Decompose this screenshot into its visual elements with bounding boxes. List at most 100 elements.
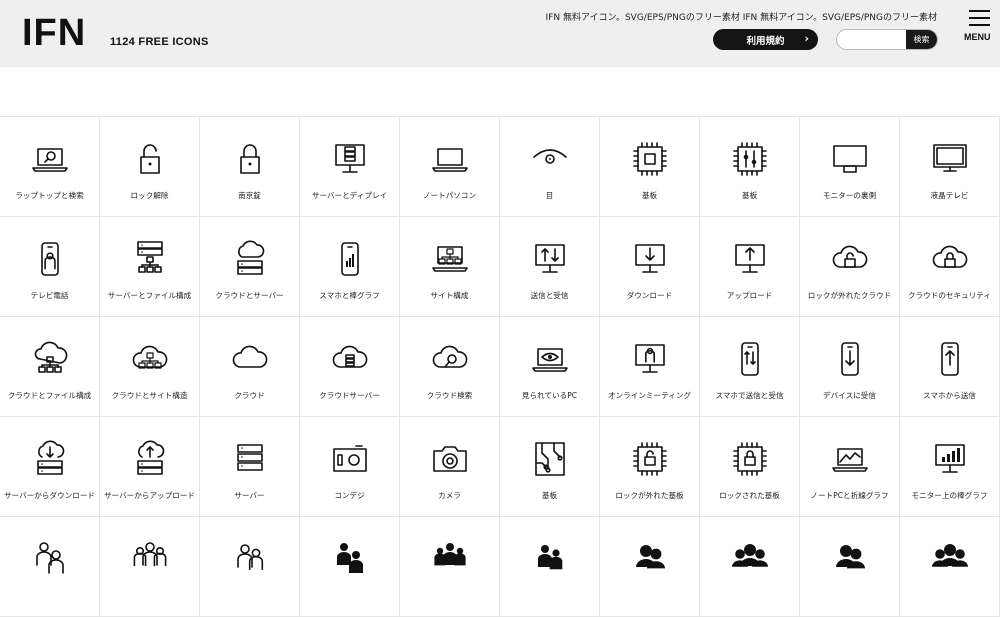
icon-card[interactable]	[400, 517, 500, 617]
icon-card[interactable]: クラウド	[200, 317, 300, 417]
icon-card-label: クラウドとファイル構成	[7, 391, 92, 400]
icon-card[interactable]: 基板	[600, 117, 700, 217]
chevron-right-icon: ›	[804, 32, 809, 45]
site-header: IFN 1124 FREE ICONS IFN 無料アイコン。SVG/EPS/P…	[0, 0, 1000, 67]
icon-card[interactable]: コンデジ	[300, 417, 400, 517]
terms-button[interactable]: 利用規約 ›	[713, 29, 818, 50]
search-box: 検索	[836, 29, 938, 50]
icon-card-label: 基板	[741, 191, 758, 200]
search-input[interactable]	[837, 30, 906, 49]
icon-card-label: 液晶テレビ	[930, 191, 969, 200]
terms-button-label: 利用規約	[746, 35, 785, 47]
icon-grid: ラップトップと検索 ロック解除 南京錠 サーバーとディプレイ ノートパソコン目基板 基板モ…	[0, 116, 1000, 617]
icon-card-label: ダウンロード	[626, 291, 673, 300]
site-tagline: IFN 無料アイコン。SVG/EPS/PNGのフリー素材 IFN 無料アイコン。…	[545, 13, 937, 23]
icon-card-label: ノートPCと折線グラフ	[810, 491, 889, 500]
icon-card[interactable]: 見られているPC	[500, 317, 600, 417]
icon-card-label: コンデジ	[334, 491, 365, 500]
icon-card-label: カメラ	[438, 491, 461, 500]
icon-card-label: 目	[545, 191, 554, 200]
icon-card[interactable]: クラウドサーバー	[300, 317, 400, 417]
icon-card[interactable]	[100, 517, 200, 617]
site-logo[interactable]: IFN	[22, 14, 86, 52]
icon-card[interactable]: ラップトップと検索	[0, 117, 100, 217]
icon-card[interactable]: テレビ電話	[0, 217, 100, 317]
icon-card-label: アップロード	[726, 291, 773, 300]
icon-card-label: サーバーからダウンロード	[3, 491, 96, 500]
icon-card[interactable]: スマホと棒グラフ	[300, 217, 400, 317]
icon-card[interactable]	[700, 517, 800, 617]
icon-card-label: ロックされた基板	[719, 491, 780, 500]
icon-card[interactable]: ロックが外れた基板	[600, 417, 700, 517]
icon-card-label: サーバーからアップロード	[103, 491, 196, 500]
icon-card[interactable]: ロック解除	[100, 117, 200, 217]
icon-card-label: ロック解除	[130, 191, 169, 200]
icon-card[interactable]: モニターの裏側	[800, 117, 900, 217]
icon-card[interactable]	[900, 517, 1000, 617]
icon-card[interactable]: 液晶テレビ	[900, 117, 1000, 217]
icon-card-label: 送信と受信	[530, 291, 569, 300]
menu-label: MENU	[964, 32, 991, 42]
icon-card[interactable]: サーバーとファイル構成	[100, 217, 200, 317]
hamburger-icon	[969, 10, 990, 12]
icon-card[interactable]: オンラインミーティング	[600, 317, 700, 417]
icon-card[interactable]: 目	[500, 117, 600, 217]
icon-card-label: サイト構成	[430, 291, 469, 300]
icon-card[interactable]	[800, 517, 900, 617]
icon-card-label: クラウド	[234, 391, 265, 400]
icon-card-label: 基板	[641, 191, 658, 200]
icon-card[interactable]: 基板	[700, 117, 800, 217]
icon-card-label: サーバーとファイル構成	[107, 291, 192, 300]
icon-card[interactable]: サイト構成	[400, 217, 500, 317]
icon-card[interactable]: 南京錠	[200, 117, 300, 217]
icon-card-label: モニターの裏側	[822, 191, 877, 200]
icon-card[interactable]: カメラ	[400, 417, 500, 517]
icon-card-label: クラウドのセキュリティ	[907, 291, 992, 300]
icon-card-label: ラップトップと検索	[15, 191, 84, 200]
icon-card-label: ロックが外れたクラウド	[807, 291, 892, 300]
icon-card[interactable]: クラウド検索	[400, 317, 500, 417]
icon-card[interactable]: ロックが外れたクラウド	[800, 217, 900, 317]
icon-card-label: クラウドとサーバー	[215, 291, 284, 300]
icon-card[interactable]: スマホで送信と受信	[700, 317, 800, 417]
icon-card[interactable]: クラウドとサーバー	[200, 217, 300, 317]
icon-card-label: サーバー	[234, 491, 265, 500]
icon-card[interactable]: サーバー	[200, 417, 300, 517]
icon-card[interactable]: アップロード	[700, 217, 800, 317]
icon-card-label: サーバーとディプレイ	[311, 191, 388, 200]
icon-card[interactable]: サーバーとディプレイ	[300, 117, 400, 217]
icon-card[interactable]: サーバーからアップロード	[100, 417, 200, 517]
icon-card[interactable]: スマホから送信	[900, 317, 1000, 417]
icon-card[interactable]: デバイスに受信	[800, 317, 900, 417]
icon-card[interactable]: ロックされた基板	[700, 417, 800, 517]
icon-card[interactable]: ノートパソコン	[400, 117, 500, 217]
icon-card-label: スマホから送信	[923, 391, 976, 400]
icon-card-label: 南京錠	[238, 191, 261, 200]
icon-card[interactable]: ノートPCと折線グラフ	[800, 417, 900, 517]
icon-card[interactable]: モニター上の棒グラフ	[900, 417, 1000, 517]
icon-card[interactable]: クラウドとファイル構成	[0, 317, 100, 417]
menu-button[interactable]: MENU	[964, 10, 995, 44]
icon-card-label: ノートパソコン	[422, 191, 477, 200]
icon-card-label: スマホで送信と受信	[715, 391, 784, 400]
icon-card[interactable]: サーバーからダウンロード	[0, 417, 100, 517]
icon-card-label: 見られているPC	[521, 391, 578, 400]
icon-card-label: クラウドとサイト構造	[111, 391, 188, 400]
icon-card[interactable]: クラウドのセキュリティ	[900, 217, 1000, 317]
icon-card[interactable]	[500, 517, 600, 617]
icon-card[interactable]	[0, 517, 100, 617]
icon-card-label: クラウドサーバー	[319, 391, 380, 400]
icon-card-label: モニター上の棒グラフ	[911, 491, 988, 500]
search-button[interactable]: 検索	[906, 30, 937, 49]
icon-card[interactable]	[600, 517, 700, 617]
icon-card[interactable]	[300, 517, 400, 617]
icon-card-label: デバイスに受信	[823, 391, 876, 400]
icon-card[interactable]: 送信と受信	[500, 217, 600, 317]
icon-card[interactable]	[200, 517, 300, 617]
icon-card[interactable]: クラウドとサイト構造	[100, 317, 200, 417]
icon-card[interactable]: 基板	[500, 417, 600, 517]
icon-card[interactable]: ダウンロード	[600, 217, 700, 317]
hamburger-icon	[969, 24, 990, 26]
icon-card-label: スマホと棒グラフ	[319, 291, 380, 300]
icon-card-label: オンラインミーティング	[607, 391, 692, 400]
